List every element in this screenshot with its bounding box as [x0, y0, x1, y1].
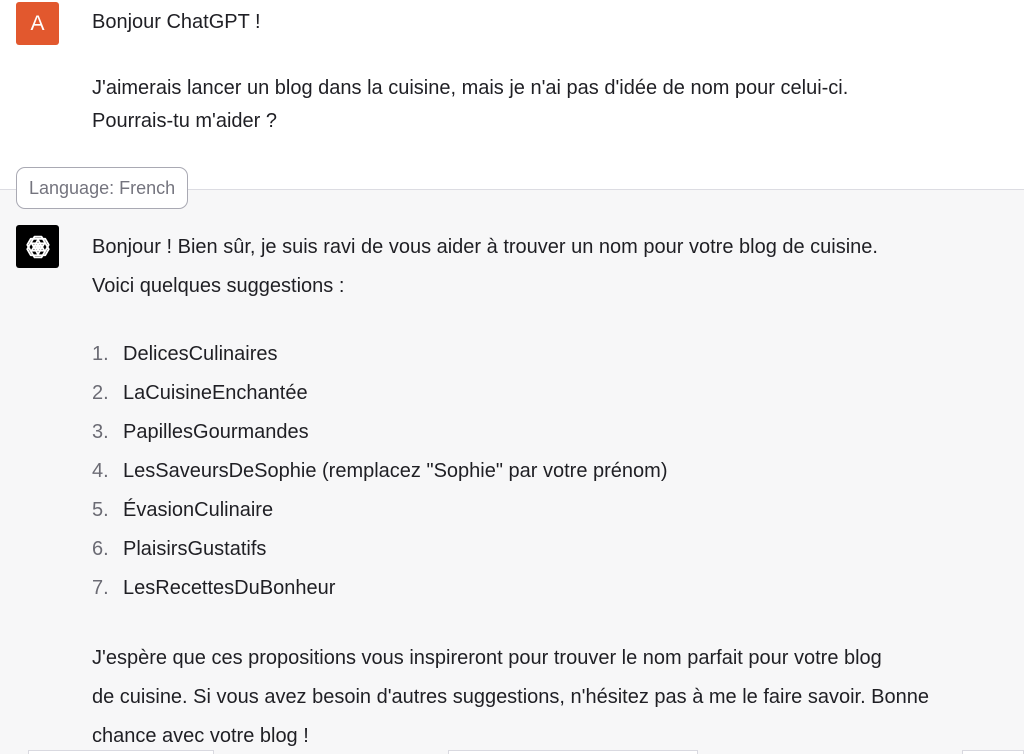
- list-item: 6. PlaisirsGustatifs: [92, 530, 1017, 569]
- list-number: 5.: [92, 499, 109, 521]
- list-item: 2. LaCuisineEnchantée: [92, 374, 1017, 413]
- assistant-intro-line-2: Voici quelques suggestions :: [92, 275, 345, 297]
- user-message-row: A Bonjour ChatGPT ! J'aimerais lancer un…: [0, 0, 1024, 190]
- list-item-text: PlaisirsGustatifs: [123, 538, 267, 560]
- list-number: 7.: [92, 577, 109, 599]
- openai-logo-icon: [25, 235, 50, 258]
- list-number: 6.: [92, 538, 109, 560]
- bottom-control-center[interactable]: [448, 750, 698, 754]
- user-request-line-2: Pourrais-tu m'aider ?: [92, 110, 277, 132]
- assistant-outro-line-2: de cuisine. Si vous avez besoin d'autres…: [92, 686, 930, 708]
- bottom-control-left[interactable]: [28, 750, 214, 754]
- language-tag: Language: French: [16, 167, 189, 209]
- list-item-text: ÉvasionCulinaire: [123, 499, 274, 521]
- user-message-text: Bonjour ChatGPT ! J'aimerais lancer un b…: [92, 6, 992, 138]
- list-number: 4.: [92, 460, 109, 482]
- user-request-line-1: J'aimerais lancer un blog dans la cuisin…: [92, 77, 849, 99]
- assistant-outro-line-1: J'espère que ces propositions vous inspi…: [92, 647, 882, 669]
- list-item-text: PapillesGourmandes: [123, 421, 309, 443]
- list-item-text: LesSaveursDeSophie (remplacez "Sophie" p…: [123, 460, 668, 482]
- list-item: 7. LesRecettesDuBonheur: [92, 569, 1017, 608]
- bottom-control-right[interactable]: [962, 750, 1024, 754]
- list-number: 1.: [92, 343, 109, 365]
- user-greeting: Bonjour ChatGPT !: [92, 11, 261, 33]
- assistant-avatar: [16, 225, 59, 268]
- list-item-text: DelicesCulinaires: [123, 343, 278, 365]
- assistant-message-text: Bonjour ! Bien sûr, je suis ravi de vous…: [92, 228, 1017, 756]
- assistant-intro-line-1: Bonjour ! Bien sûr, je suis ravi de vous…: [92, 236, 878, 258]
- list-item: 3. PapillesGourmandes: [92, 413, 1017, 452]
- list-number: 3.: [92, 421, 109, 443]
- suggestion-list: 1. DelicesCulinaires 2. LaCuisineEnchantée…: [92, 335, 1017, 608]
- list-number: 2.: [92, 382, 109, 404]
- list-item-text: LesRecettesDuBonheur: [123, 577, 336, 599]
- list-item: 4. LesSaveursDeSophie (remplacez "Sophie"…: [92, 452, 1017, 491]
- list-item: 1. DelicesCulinaires: [92, 335, 1017, 374]
- user-avatar: A: [16, 2, 59, 45]
- list-item: 5. ÉvasionCulinaire: [92, 491, 1017, 530]
- list-item-text: LaCuisineEnchantée: [123, 382, 308, 404]
